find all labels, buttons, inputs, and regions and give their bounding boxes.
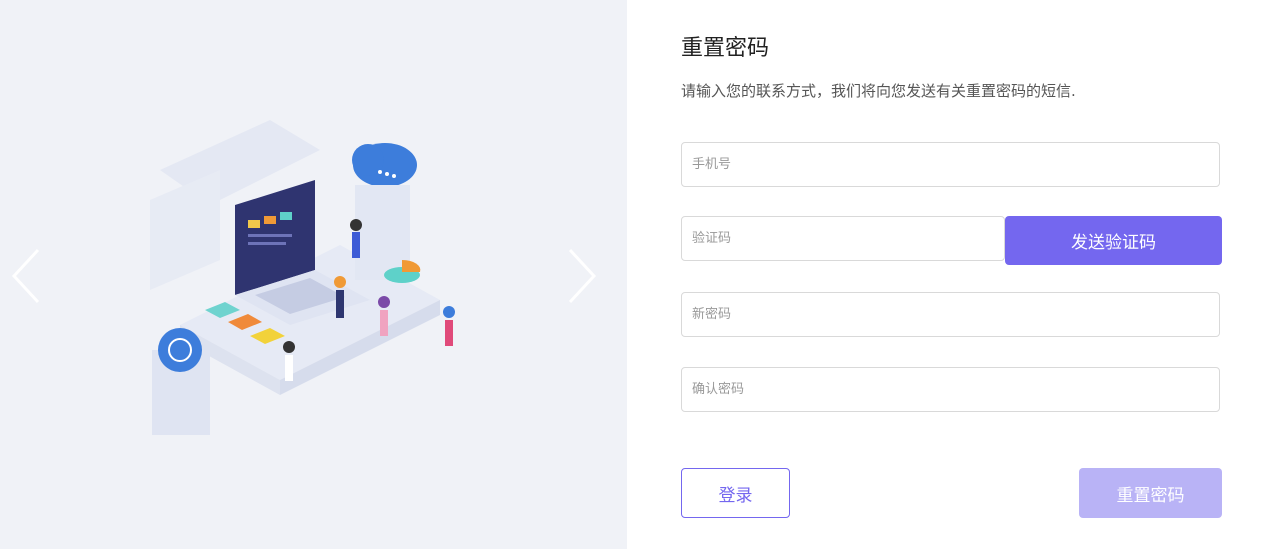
reset-password-button[interactable]: 重置密码 <box>1079 468 1222 518</box>
confirm-password-input[interactable] <box>681 367 1220 412</box>
chevron-right-icon[interactable] <box>564 246 600 306</box>
carousel-panel <box>0 0 627 549</box>
reset-password-form: 重置密码 请输入您的联系方式，我们将向您发送有关重置密码的短信. 发送验证码 登… <box>627 0 1269 549</box>
chevron-left-icon[interactable] <box>8 246 44 306</box>
page-title: 重置密码 <box>681 36 770 61</box>
isometric-tech-illustration <box>150 120 455 435</box>
send-code-button[interactable]: 发送验证码 <box>1005 216 1222 265</box>
verification-code-input[interactable] <box>681 216 1005 261</box>
new-password-input[interactable] <box>681 292 1220 337</box>
page-subtitle: 请输入您的联系方式，我们将向您发送有关重置密码的短信. <box>681 82 1076 100</box>
phone-input[interactable] <box>681 142 1220 187</box>
login-button[interactable]: 登录 <box>681 468 790 518</box>
